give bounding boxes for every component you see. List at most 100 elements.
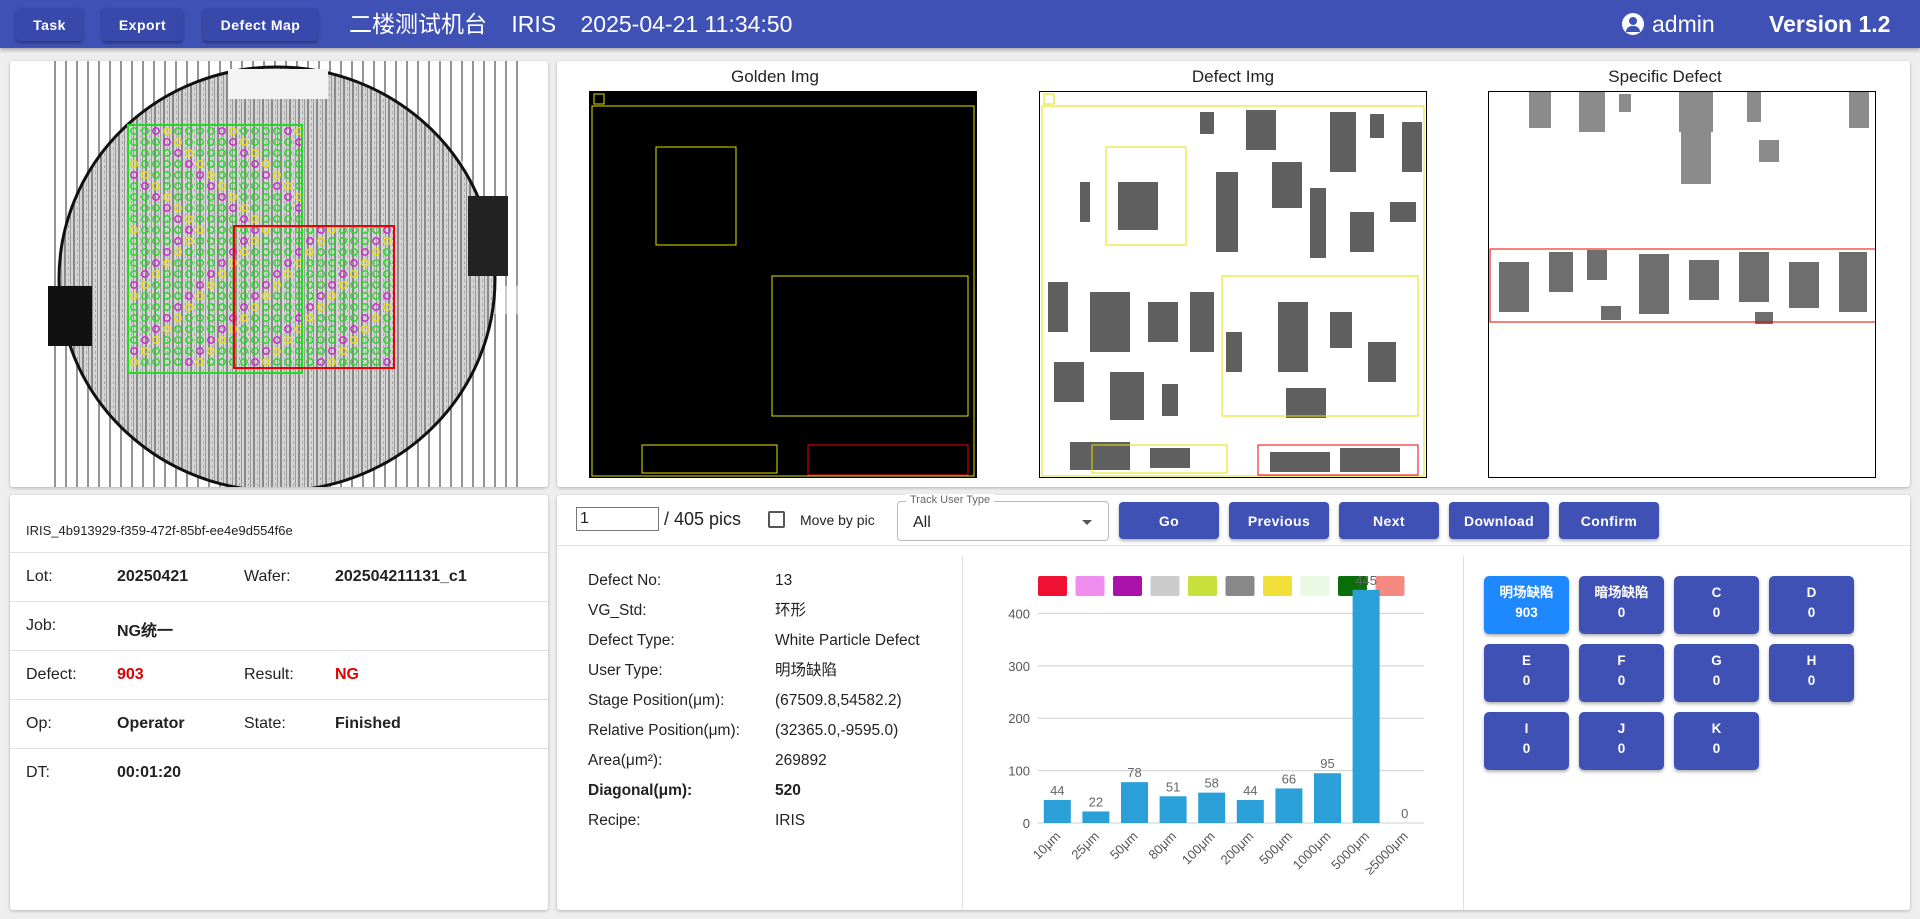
type-button[interactable]: 暗场缺陷 0 [1579, 576, 1664, 634]
specific-defect-title: Specific Defect [1608, 67, 1722, 86]
type-button[interactable]: C0 [1674, 576, 1759, 634]
type-button[interactable]: G0 [1674, 644, 1759, 702]
bar[interactable] [1352, 589, 1380, 823]
go-button[interactable]: Go [1119, 502, 1219, 539]
type-button[interactable]: J0 [1579, 712, 1664, 770]
type-button[interactable]: I0 [1484, 712, 1569, 770]
legend-swatch[interactable] [1038, 576, 1067, 596]
legend-swatch[interactable] [1113, 576, 1142, 596]
system-name: IRIS [511, 11, 557, 37]
type-button[interactable]: E0 [1484, 644, 1569, 702]
vertical-divider [1463, 556, 1464, 910]
top-app-bar: Task Export Defect Map 二楼测试机台 IRIS 2025-… [0, 0, 1920, 48]
type-button-count: 0 [1617, 741, 1626, 756]
wafer-value: 202504211131_c1 [335, 568, 467, 585]
previous-button[interactable]: Previous [1229, 502, 1329, 539]
area-label: Area(μm²): [588, 752, 663, 769]
specific-defect-image[interactable] [1488, 91, 1876, 478]
task-button[interactable]: Task [16, 8, 83, 41]
track-user-type-value: All [913, 514, 931, 531]
type-button-label: D [1806, 585, 1817, 600]
dt-label: DT: [26, 764, 50, 781]
type-button[interactable]: D0 [1769, 576, 1854, 634]
area-value: 269892 [775, 752, 827, 769]
bar[interactable] [1043, 799, 1071, 823]
user-type-value: 明场缺陷 [775, 662, 838, 679]
type-button-label: 明场缺陷 [1499, 585, 1554, 600]
relative-position-label: Relative Position(μm): [588, 722, 740, 739]
type-button-count: 0 [1712, 741, 1721, 756]
bar-value-label: 44 [1050, 783, 1064, 798]
bar-value-label: 51 [1166, 779, 1180, 794]
type-button-count: 0 [1522, 741, 1531, 756]
next-button[interactable]: Next [1339, 502, 1439, 539]
y-tick-label: 100 [1008, 764, 1030, 779]
user-menu[interactable]: admin [1622, 9, 1715, 39]
legend-swatch[interactable] [1150, 576, 1180, 596]
type-button-label: F [1617, 653, 1626, 668]
current-datetime: 2025-04-21 11:34:50 [580, 11, 793, 37]
version-label: Version 1.2 [1769, 11, 1891, 37]
legend-swatch[interactable] [1375, 576, 1405, 596]
wafer-map-image[interactable] [10, 61, 548, 487]
wafer-info-panel: IRIS_4b913929-f359-472f-85bf-ee4e9d554f6… [10, 495, 548, 910]
type-button[interactable]: 明场缺陷 903 [1484, 576, 1569, 634]
x-tick-label: 10μm [1030, 829, 1064, 863]
images-panel: Golden Img Defect Img Specific Defect [557, 61, 1910, 487]
download-button[interactable]: Download [1449, 502, 1549, 539]
bar[interactable] [1314, 773, 1341, 823]
pic-number-input[interactable]: 1 [576, 507, 659, 531]
detail-defect-type: Defect Type: White Particle Defect [588, 631, 920, 651]
legend-swatch[interactable] [1225, 576, 1255, 596]
defect-map-button[interactable]: Defect Map [203, 8, 318, 41]
x-tick-label: ≥5000μm [1362, 829, 1411, 878]
detail-recipe: Recipe: IRIS [588, 811, 805, 831]
y-tick-label: 0 [1023, 816, 1030, 831]
stage-position-value: (67509.8,54582.2) [775, 692, 902, 709]
defect-type-value: White Particle Defect [775, 632, 920, 649]
bar-value-label: 22 [1089, 794, 1103, 809]
confirm-button[interactable]: Confirm [1559, 502, 1659, 539]
defect-count-value: 903 [117, 666, 144, 683]
bar[interactable] [1275, 788, 1303, 823]
info-row-dt: DT: 00:01:20 [10, 748, 548, 797]
move-by-pic-checkbox[interactable] [768, 511, 785, 528]
result-label: Result: [244, 666, 294, 683]
diagonal-label: Diagonal(μm): [588, 782, 693, 799]
legend-swatch[interactable] [1300, 576, 1330, 596]
bar[interactable] [1159, 796, 1187, 823]
op-label: Op: [26, 715, 52, 732]
legend-swatch[interactable] [1263, 576, 1292, 596]
detail-relative-position: Relative Position(μm): (32365.0,-9595.0) [588, 721, 898, 741]
x-tick-label: 25μm [1068, 829, 1102, 863]
golden-image[interactable] [589, 91, 977, 478]
defect-size-histogram: 0 100 200 300 400 44 10μm 22 25μm 78 50μm 51 80μm 58 1… [1008, 573, 1424, 878]
user-type-label: User Type: [588, 662, 663, 679]
golden-image-title: Golden Img [731, 67, 819, 86]
track-user-type-select[interactable]: Track User Type All [897, 494, 1109, 541]
type-button-count: 0 [1807, 673, 1816, 688]
diagonal-value: 520 [775, 782, 801, 799]
type-button-count: 0 [1617, 605, 1626, 620]
type-button[interactable]: F0 [1579, 644, 1664, 702]
type-button[interactable]: H0 [1769, 644, 1854, 702]
info-row-job: Job: NG统一 [10, 601, 548, 650]
type-button-label: K [1711, 721, 1722, 736]
type-button[interactable]: K0 [1674, 712, 1759, 770]
defect-image[interactable] [1039, 91, 1427, 478]
bar[interactable] [1121, 782, 1148, 823]
type-button-label: C [1711, 585, 1722, 600]
bar[interactable] [1082, 811, 1110, 823]
bar[interactable] [1198, 792, 1226, 823]
legend-swatch[interactable] [1188, 576, 1217, 596]
bar-value-label: 78 [1127, 765, 1141, 780]
dt-value: 00:01:20 [117, 764, 182, 781]
bar-value-label: 66 [1282, 771, 1296, 786]
bar[interactable] [1236, 799, 1264, 823]
stage-position-label: Stage Position(μm): [588, 692, 725, 709]
export-button[interactable]: Export [102, 8, 183, 41]
bar-value-label: 58 [1204, 776, 1218, 791]
inspection-id: IRIS_4b913929-f359-472f-85bf-ee4e9d554f6… [26, 523, 293, 538]
legend-swatch[interactable] [1075, 576, 1105, 596]
move-by-pic-label: Move by pic [800, 512, 875, 528]
